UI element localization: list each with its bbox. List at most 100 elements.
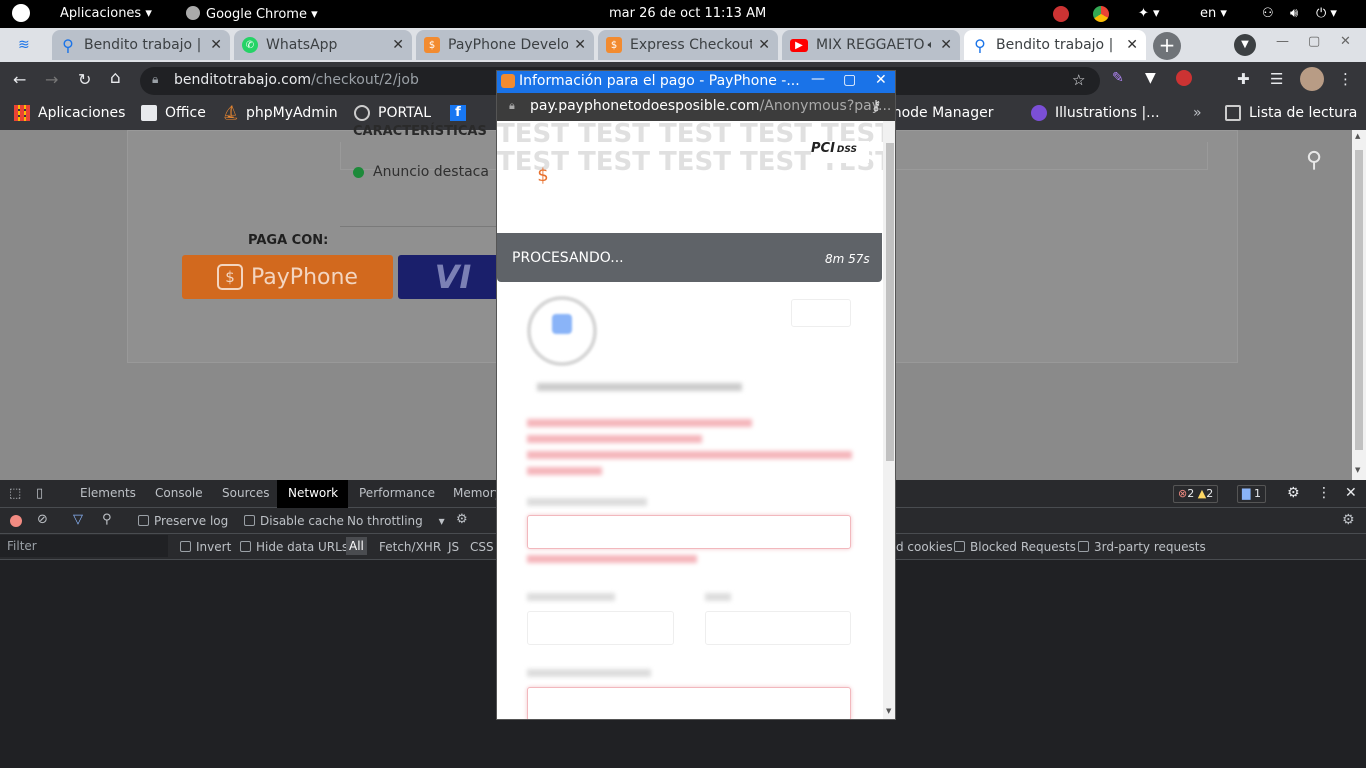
- filter-icon[interactable]: ▽: [73, 512, 83, 527]
- close-tab-icon[interactable]: ✕: [574, 37, 586, 53]
- minimize-window-icon[interactable]: —: [1276, 34, 1289, 49]
- tab-search-icon[interactable]: ▼: [1234, 34, 1256, 56]
- tab-bendito-trabajo[interactable]: ⚲ Bendito trabajo | ✕: [52, 30, 230, 60]
- network-settings-icon[interactable]: ⚙: [1342, 512, 1355, 528]
- blocked-requests-checkbox[interactable]: Blocked Requests: [954, 540, 1076, 554]
- device-toolbar-icon[interactable]: ▯: [36, 486, 43, 501]
- tab-bendito-trabajo-active[interactable]: ⚲ Bendito trabajo | ✕: [964, 30, 1146, 60]
- new-tab-button[interactable]: +: [1153, 32, 1181, 60]
- popup-maximize-icon[interactable]: ▢: [843, 72, 856, 88]
- network-icon[interactable]: ⚇: [1262, 6, 1274, 21]
- tab-sources[interactable]: Sources: [222, 486, 269, 500]
- key-icon[interactable]: ⚷: [871, 98, 881, 114]
- filter-all[interactable]: All: [346, 537, 367, 555]
- reading-list-icon[interactable]: ☰: [1270, 70, 1283, 88]
- more-bookmarks-icon[interactable]: »: [1193, 105, 1202, 121]
- messages-counter[interactable]: ▇ 1: [1237, 485, 1266, 503]
- audio-playing-icon[interactable]: 🔈︎: [928, 38, 935, 52]
- filter-css[interactable]: CSS: [470, 540, 494, 554]
- chrome-tray-icon[interactable]: [1093, 6, 1109, 22]
- bookmark-office[interactable]: Office: [141, 105, 206, 121]
- tab-express-checkout[interactable]: $ Express Checkout ✕: [598, 30, 778, 60]
- search-icon[interactable]: ⚲: [102, 512, 112, 527]
- tab-payphone-developer[interactable]: $ PayPhone Develo ✕: [416, 30, 594, 60]
- bookmark-portal[interactable]: PORTAL: [354, 105, 431, 121]
- filter-fetch-xhr[interactable]: Fetch/XHR: [379, 540, 441, 554]
- reading-list[interactable]: Lista de lectura: [1225, 105, 1357, 121]
- bookmark-star-icon[interactable]: ☆: [1072, 71, 1085, 89]
- accessibility-icon[interactable]: ✦ ▾: [1138, 6, 1160, 21]
- address-url[interactable]: benditotrabajo.com/checkout/2/job: [174, 72, 419, 88]
- extension-vue-icon[interactable]: ▼: [1145, 70, 1156, 86]
- scroll-down-icon[interactable]: ▼: [1355, 466, 1360, 474]
- record-icon[interactable]: [10, 515, 22, 527]
- close-tab-icon[interactable]: ✕: [940, 37, 952, 53]
- extensions-icon[interactable]: ✚: [1237, 70, 1250, 88]
- cardholder-field[interactable]: [527, 687, 851, 719]
- close-tab-icon[interactable]: ✕: [758, 37, 770, 53]
- scroll-up-icon[interactable]: ▲: [1355, 132, 1360, 140]
- filter-input[interactable]: Filter: [0, 535, 168, 557]
- popup-scrollbar[interactable]: ▼: [883, 121, 895, 719]
- forward-icon[interactable]: →: [45, 70, 58, 89]
- disable-cache-checkbox[interactable]: Disable cache: [244, 514, 344, 528]
- tray-app-icon[interactable]: [1053, 6, 1069, 22]
- applications-menu[interactable]: Aplicaciones ▾: [60, 6, 152, 21]
- volume-icon[interactable]: 🔊︎: [1290, 6, 1298, 21]
- bookmark-apps[interactable]: Aplicaciones: [14, 105, 125, 121]
- bookmark-facebook[interactable]: f: [450, 105, 474, 121]
- settings-gear-icon[interactable]: ⚙: [1287, 485, 1300, 501]
- popup-scroll-down-icon[interactable]: ▼: [886, 707, 891, 715]
- bookmark-illustrations[interactable]: Illustrations |...: [1031, 105, 1160, 121]
- invert-checkbox[interactable]: Invert: [180, 540, 231, 554]
- tab-performance[interactable]: Performance: [359, 486, 435, 500]
- clock[interactable]: mar 26 de oct 11:13 AM: [609, 6, 766, 21]
- popup-close-icon[interactable]: ✕: [875, 72, 887, 88]
- tab-network[interactable]: Network: [288, 486, 338, 500]
- popup-url-bar[interactable]: 🔒︎ pay.payphonetodoesposible.com/Anonymo…: [497, 93, 895, 121]
- profile-avatar[interactable]: [1300, 67, 1324, 91]
- issues-counter[interactable]: ⊗2 ▲2: [1173, 485, 1219, 503]
- maximize-window-icon[interactable]: ▢: [1308, 34, 1320, 49]
- extension-red-icon[interactable]: [1176, 70, 1192, 86]
- network-conditions-icon[interactable]: ⚙: [456, 512, 468, 527]
- tab-whatsapp[interactable]: ✆ WhatsApp ✕: [234, 30, 412, 60]
- visa-button[interactable]: VI: [398, 255, 508, 299]
- close-tab-icon[interactable]: ✕: [210, 37, 222, 53]
- scrollbar-thumb[interactable]: [1355, 150, 1363, 450]
- tab-elements[interactable]: Elements: [80, 486, 136, 500]
- filter-js[interactable]: JS: [448, 540, 459, 554]
- reload-icon[interactable]: ↻: [78, 70, 91, 89]
- popup-minimize-icon[interactable]: —: [811, 71, 825, 87]
- active-app-menu[interactable]: Google Chrome ▾: [186, 6, 318, 22]
- devtools-menu-icon[interactable]: ⋮: [1317, 485, 1331, 501]
- tab-memory[interactable]: Memory: [453, 486, 502, 500]
- power-icon[interactable]: ⏻ ▾: [1316, 6, 1337, 21]
- tab-console[interactable]: Console: [155, 486, 203, 500]
- blurred-button[interactable]: [791, 299, 851, 327]
- bookmark-linode[interactable]: Linode Manager: [881, 105, 993, 121]
- payphone-button[interactable]: $ PayPhone: [182, 255, 393, 299]
- card-number-field[interactable]: [527, 515, 851, 549]
- tab-mix-reggaeton[interactable]: ▶ MIX REGGAETO 🔈︎ ✕: [782, 30, 960, 60]
- cvv-field[interactable]: [705, 611, 851, 645]
- inspect-element-icon[interactable]: ⬚: [9, 486, 21, 501]
- throttling-select[interactable]: No throttling ▾: [347, 514, 445, 528]
- blocked-cookies-label[interactable]: d cookies: [896, 540, 953, 554]
- lock-icon[interactable]: 🔒︎: [152, 72, 158, 87]
- close-tab-icon[interactable]: ✕: [392, 37, 404, 53]
- language-indicator[interactable]: en ▾: [1200, 6, 1227, 21]
- bookmark-phpmyadmin[interactable]: ⛵︎ phpMyAdmin: [222, 105, 338, 121]
- preserve-log-checkbox[interactable]: Preserve log: [138, 514, 228, 528]
- ubuntu-logo-icon[interactable]: [12, 4, 30, 22]
- chrome-menu-icon[interactable]: ⋮: [1338, 70, 1353, 88]
- expiry-field[interactable]: [527, 611, 674, 645]
- clear-icon[interactable]: ⊘: [37, 512, 48, 527]
- home-icon[interactable]: ⌂: [110, 68, 121, 88]
- third-party-checkbox[interactable]: 3rd-party requests: [1078, 540, 1206, 554]
- close-tab-icon[interactable]: ✕: [1126, 37, 1138, 53]
- popup-scrollbar-thumb[interactable]: [886, 143, 894, 461]
- back-icon[interactable]: ←: [13, 70, 26, 89]
- extension-feather-icon[interactable]: ✎: [1112, 70, 1124, 86]
- hide-data-urls-checkbox[interactable]: Hide data URLs: [240, 540, 348, 554]
